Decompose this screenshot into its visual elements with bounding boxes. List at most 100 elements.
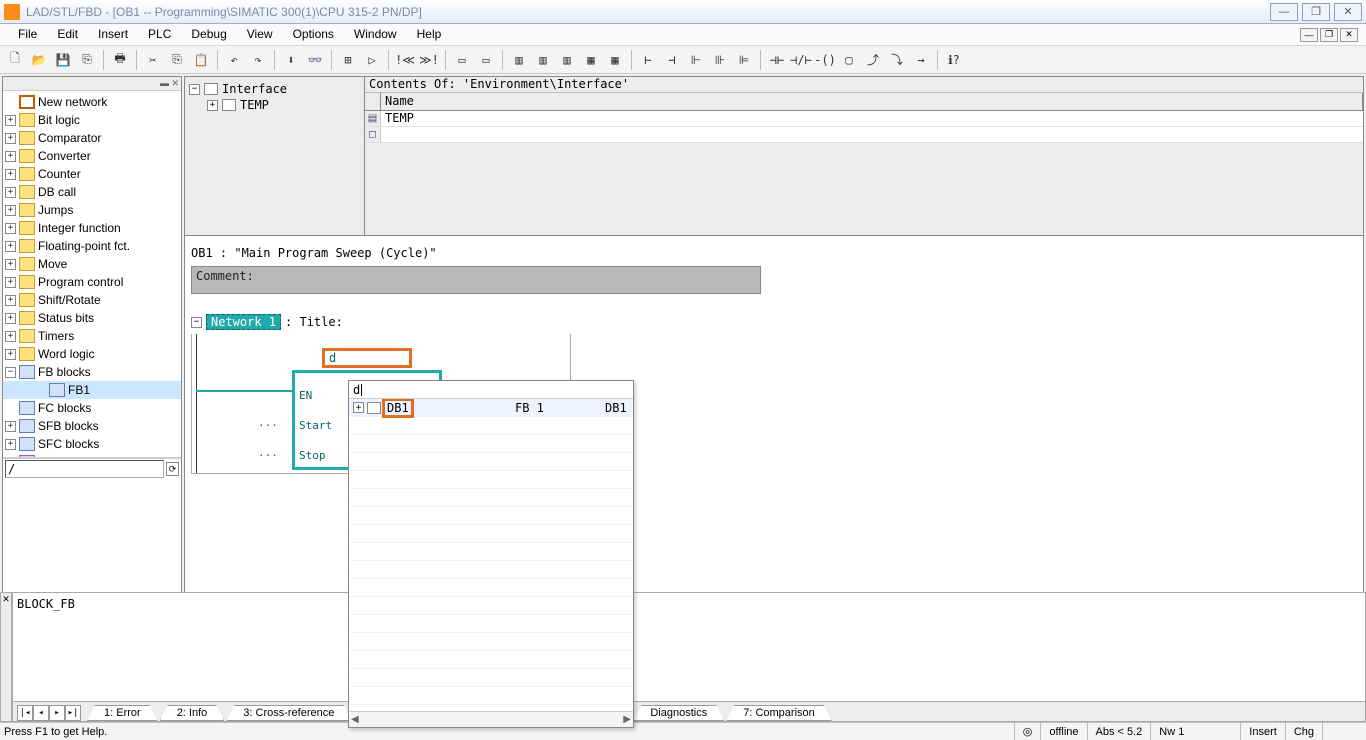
pin-placeholder[interactable]: ... [258,446,278,459]
tree-node[interactable]: +SFC blocks [3,435,181,453]
expand-icon[interactable]: + [5,187,16,198]
tool-new-icon[interactable]: 🗋 [4,49,26,71]
tree-node[interactable]: FB1 [3,381,181,399]
tool-lad3-icon[interactable]: ⊩ [685,49,707,71]
expand-icon[interactable]: + [5,277,16,288]
tree-node[interactable]: +DB call [3,183,181,201]
tool-save-all-icon[interactable]: ⎘ [76,49,98,71]
expand-icon[interactable] [35,385,46,396]
expand-icon[interactable]: + [5,295,16,306]
mdi-close[interactable]: ✕ [1340,28,1358,42]
catalog-refresh-icon[interactable]: ⟳ [166,462,179,476]
network-tag[interactable]: Network 1 [206,314,281,330]
scroll-right-icon[interactable]: ▶ [623,714,631,725]
autocomplete-input[interactable]: d [349,381,633,399]
tab-next-icon[interactable]: ▸ [49,705,65,721]
expand-icon[interactable]: + [5,259,16,270]
expand-icon[interactable] [5,97,16,108]
tab-first-icon[interactable]: |◂ [17,705,33,721]
scroll-left-icon[interactable]: ◀ [351,714,359,725]
tool-undo-icon[interactable]: ↶ [223,49,245,71]
menu-view[interactable]: View [237,24,283,45]
menu-window[interactable]: Window [344,24,407,45]
network-collapse-icon[interactable]: − [191,317,202,328]
tool-v2-icon[interactable]: ▥ [532,49,554,71]
catalog-tree[interactable]: New network+Bit logic+Comparator+Convert… [3,91,181,458]
output-tab-xref[interactable]: 3: Cross-reference [226,705,351,721]
tool-monitor-icon[interactable]: 👓 [304,49,326,71]
tree-node[interactable]: +Bit logic [3,111,181,129]
tree-node[interactable]: +Integer function [3,219,181,237]
tab-prev-icon[interactable]: ◂ [33,705,49,721]
tool-box-icon[interactable]: ▢ [838,49,860,71]
minimize-button[interactable]: — [1270,3,1298,21]
menu-file[interactable]: File [8,24,47,45]
mdi-restore[interactable]: ❐ [1320,28,1338,42]
interface-row-temp[interactable]: TEMP [381,111,1363,126]
db-input-field[interactable]: d [322,348,412,368]
expand-icon[interactable]: + [5,169,16,180]
expand-icon[interactable]: + [5,421,16,432]
tree-node[interactable]: +Status bits [3,309,181,327]
row-new-icon[interactable]: ◻ [365,127,381,142]
menu-insert[interactable]: Insert [88,24,138,45]
expand-icon[interactable]: + [5,115,16,126]
tool-lad5-icon[interactable]: ⊫ [733,49,755,71]
tree-node[interactable]: +Word logic [3,345,181,363]
tool-v4-icon[interactable]: ▦ [580,49,602,71]
tool-goto-icon[interactable]: ≫! [418,49,440,71]
tool-win2-icon[interactable]: ▭ [475,49,497,71]
maximize-button[interactable]: ❐ [1302,3,1330,21]
expand-icon[interactable]: + [5,241,16,252]
autocomplete-popup[interactable]: d + DB1 FB 1 DB1 ◀ ▶ [348,380,634,728]
autocomplete-item[interactable]: + DB1 FB 1 DB1 [349,399,633,417]
tree-node[interactable]: New network [3,93,181,111]
tool-go-icon[interactable]: ▷ [361,49,383,71]
tool-br-icon[interactable]: ⤴ [862,49,884,71]
expand-icon[interactable]: + [5,133,16,144]
comment-box[interactable]: Comment: [191,266,761,294]
tool-lad2-icon[interactable]: ⊣ [661,49,683,71]
tool-cut-icon[interactable]: ✂ [142,49,164,71]
output-tab-compare[interactable]: 7: Comparison [726,705,832,721]
expand-icon[interactable] [5,403,16,414]
expand-icon[interactable]: + [5,331,16,342]
tool-save-icon[interactable]: 💾 [52,49,74,71]
interface-node[interactable]: Interface [222,82,287,96]
tool-coil-icon[interactable]: -() [814,49,836,71]
menu-edit[interactable]: Edit [47,24,88,45]
expand-icon[interactable]: + [5,313,16,324]
tree-node[interactable]: +Counter [3,165,181,183]
tool-paste-icon[interactable]: 📋 [190,49,212,71]
menu-plc[interactable]: PLC [138,24,181,45]
tree-node[interactable]: +Timers [3,327,181,345]
tool-open-icon[interactable]: 📂 [28,49,50,71]
interface-node-temp[interactable]: TEMP [240,98,269,112]
tool-conn-icon[interactable]: → [910,49,932,71]
expand-icon[interactable]: + [5,223,16,234]
menu-debug[interactable]: Debug [181,24,236,45]
tab-last-icon[interactable]: ▸| [65,705,81,721]
interface-col-name[interactable]: Name [381,93,1363,110]
tool-open-br-icon[interactable]: ⤵ [886,49,908,71]
output-tab-error[interactable]: 1: Error [87,705,158,721]
tree-node[interactable]: +Comparator [3,129,181,147]
menu-options[interactable]: Options [283,24,344,45]
tool-c1-icon[interactable]: ⊣⊢ [766,49,788,71]
pin-placeholder[interactable]: ... [258,416,278,429]
tool-help-icon[interactable]: ℹ? [943,49,965,71]
panel-close-icon[interactable]: ▬ ✕ [3,77,181,91]
tool-copy-icon[interactable]: ⎘ [166,49,188,71]
tool-print-icon[interactable]: 🖶 [109,49,131,71]
expand-icon[interactable]: − [5,367,16,378]
tree-node[interactable]: +Move [3,255,181,273]
tool-lad1-icon[interactable]: ⊢ [637,49,659,71]
tree-node[interactable]: +Shift/Rotate [3,291,181,309]
expand-icon[interactable]: + [5,205,16,216]
tool-ref-icon[interactable]: ⊞ [337,49,359,71]
tree-node[interactable]: +Jumps [3,201,181,219]
output-text[interactable]: BLOCK_FB [13,593,1365,701]
tool-win1-icon[interactable]: ▭ [451,49,473,71]
expand-icon[interactable]: + [5,439,16,450]
close-button[interactable]: ✕ [1334,3,1362,21]
